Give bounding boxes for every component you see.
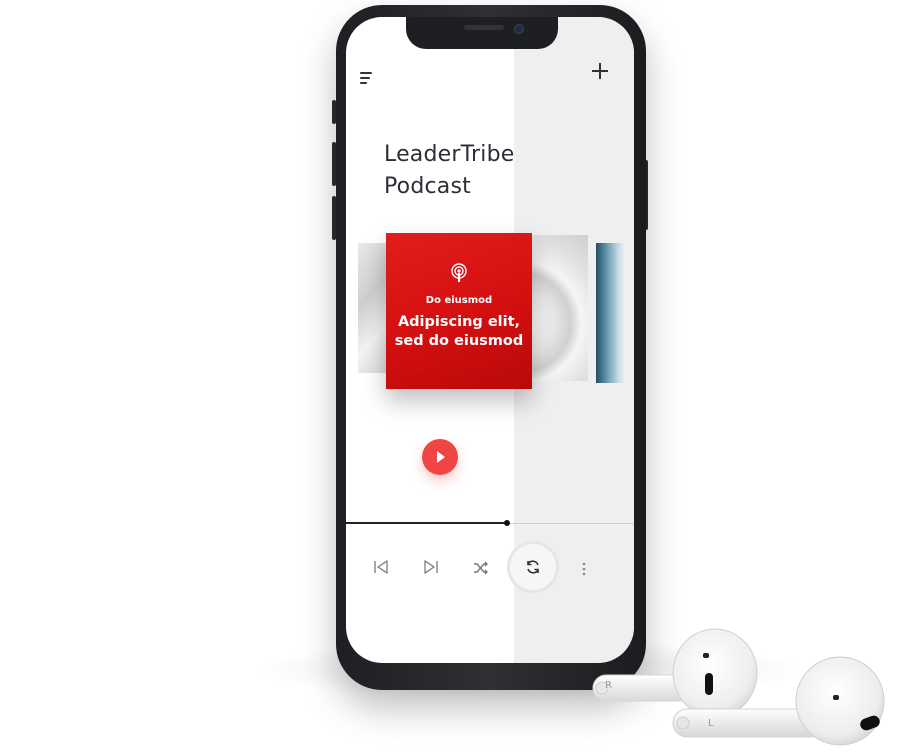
- speaker-grille: [464, 25, 504, 30]
- earbud-left-label: L: [708, 718, 714, 729]
- menu-icon[interactable]: [360, 72, 376, 86]
- carousel-tile-next[interactable]: [596, 243, 624, 383]
- front-camera: [514, 24, 524, 34]
- plus-icon[interactable]: [591, 62, 609, 80]
- progress-knob[interactable]: [504, 520, 511, 526]
- podcast-icon: [450, 263, 468, 283]
- phone-screen: LeaderTribe Podcast Do eiusmod Adipiscin…: [346, 17, 634, 663]
- carousel-tile-previous[interactable]: [358, 243, 388, 373]
- repeat-icon: [525, 559, 541, 575]
- page-title: LeaderTribe Podcast: [384, 139, 584, 203]
- repeat-button[interactable]: [510, 544, 556, 590]
- next-icon[interactable]: [423, 559, 439, 575]
- play-button[interactable]: [422, 439, 458, 475]
- earbud-right-label: R: [605, 680, 612, 691]
- shuffle-icon[interactable]: [473, 560, 489, 576]
- previous-icon[interactable]: [373, 559, 389, 575]
- title-line-2: Podcast: [384, 174, 471, 199]
- title-line-1: LeaderTribe: [384, 142, 515, 167]
- card-kicker: Do eiusmod: [425, 295, 493, 306]
- more-vertical-icon[interactable]: [581, 561, 587, 577]
- card-headline: Adipiscing elit, sed do eiusmod: [394, 314, 524, 349]
- progress-fill: [346, 522, 508, 524]
- phone-notch: [406, 17, 558, 49]
- featured-episode-card[interactable]: Do eiusmod Adipiscing elit, sed do eiusm…: [386, 233, 532, 389]
- earbud-left-unit: [665, 655, 895, 756]
